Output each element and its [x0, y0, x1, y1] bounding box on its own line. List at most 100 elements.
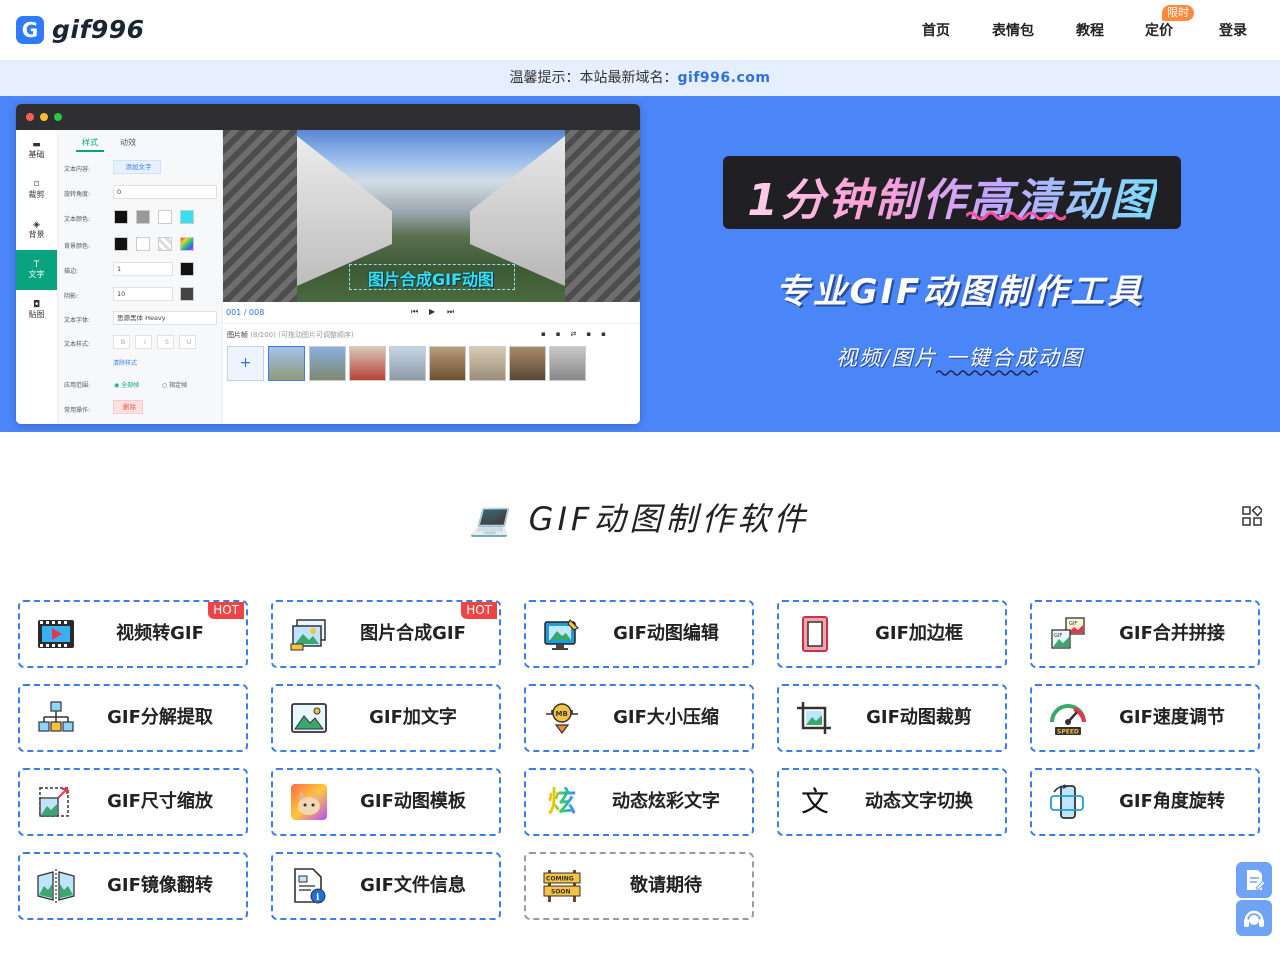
text-icon: T — [33, 260, 40, 270]
tool-label: GIF加边框 — [875, 623, 963, 644]
section-title-text: GIF动图制作软件 — [528, 500, 810, 538]
nav-pricing[interactable]: 定价 — [1145, 20, 1173, 40]
tool-card-gif-split[interactable]: GIF分解提取 — [18, 684, 248, 752]
tool-card-images-to-gif[interactable]: 图片合成GIF HOT — [271, 600, 501, 668]
tool-card-video-to-gif[interactable]: 视频转GIF HOT — [18, 600, 248, 668]
sidebar-label: 贴图 — [28, 310, 45, 319]
file-info-icon: i — [294, 868, 326, 904]
next-frame-icon: ⏭ — [447, 307, 455, 316]
hot-badge: HOT — [208, 602, 244, 619]
scope-some-radio: ○ 指定帧 — [162, 382, 188, 389]
tool-label: GIF动图模板 — [360, 791, 466, 812]
svg-text:SPEED: SPEED — [1057, 729, 1079, 736]
radio-label: 全部帧 — [121, 382, 140, 389]
tab-animation: 动效 — [120, 138, 136, 147]
tool-card-gif-speed[interactable]: SPEED GIF速度调节 — [1030, 684, 1260, 752]
coming-soon-icon: COMING SOON — [543, 870, 581, 902]
editor-preview: ▬ 基础 ⌑ 裁剪 ◈ 背景 T 文字 ◘ 贴图 样式 动效 文本内容: 添加文字 旋转角… — [16, 104, 640, 424]
tagline-wave-underline — [936, 370, 1038, 376]
tool-label: 敬请期待 — [630, 875, 702, 896]
compress-icon: MB — [546, 703, 578, 734]
frame-thumb — [309, 346, 346, 381]
playback-controls: 001 / 008 ⏮ ▶ ⏭ — [223, 302, 640, 324]
limited-time-badge: 限时 — [1162, 5, 1194, 21]
notice-domain[interactable]: gif996.com — [678, 70, 771, 86]
resize-icon — [39, 787, 69, 817]
color-swatch — [180, 287, 194, 301]
row-label: 文本内容: — [64, 166, 91, 173]
tool-card-gif-border[interactable]: GIF加边框 — [777, 600, 1007, 668]
tool-card-coming-soon[interactable]: COMING SOON 敬请期待 — [524, 852, 754, 920]
tool-card-gif-rotate[interactable]: GIF角度旋转 — [1030, 768, 1260, 836]
sidebar-label: 背景 — [28, 230, 45, 239]
tool-card-text-switch[interactable]: 文 动态文字切换 — [777, 768, 1007, 836]
speed-icon: SPEED — [1050, 704, 1086, 736]
tool-card-gif-resize[interactable]: GIF尺寸缩放 — [18, 768, 248, 836]
nav-tutorial[interactable]: 教程 — [1076, 20, 1104, 40]
tool-label: 动态文字切换 — [865, 791, 973, 812]
tool-label: GIF文件信息 — [360, 875, 466, 896]
tool-card-gif-file-info[interactable]: i GIF文件信息 — [271, 852, 501, 920]
feedback-button[interactable] — [1236, 862, 1272, 898]
merge-icon: GIF GIF — [1051, 617, 1085, 649]
preview-caption: 图片合成GIF动图 — [367, 270, 495, 289]
crop-icon — [797, 702, 831, 734]
frame-thumb — [349, 346, 386, 381]
sidebar-item-sticker: ◘ 贴图 — [16, 290, 57, 330]
coming-text: COMING — [546, 876, 574, 883]
prev-frame-icon: ⏮ — [411, 307, 419, 316]
frames-count: (8/200) — [250, 331, 276, 339]
nav-login[interactable]: 登录 — [1219, 20, 1247, 40]
tool-card-gif-mirror[interactable]: GIF镜像翻转 — [18, 852, 248, 920]
tool-label: GIF大小压缩 — [613, 707, 719, 728]
notice-text: 温馨提示：本站最新域名： — [509, 70, 678, 86]
nav-home[interactable]: 首页 — [922, 20, 950, 40]
sidebar-item-basic: ▬ 基础 — [16, 130, 57, 170]
grid-view-icon[interactable] — [1242, 506, 1262, 526]
basic-icon: ▬ — [32, 140, 41, 150]
site-logo[interactable]: G gif996 — [16, 15, 145, 44]
tool-card-gif-compress[interactable]: MB GIF大小压缩 — [524, 684, 754, 752]
template-icon — [291, 784, 327, 820]
tool-label: GIF角度旋转 — [1119, 791, 1225, 812]
font-field: 思源黑体 Heavy — [113, 311, 217, 325]
svg-text:i: i — [316, 893, 320, 903]
svg-text:GIF: GIF — [1069, 621, 1077, 627]
frame-thumb — [549, 346, 586, 381]
sidebar-item-crop: ⌑ 裁剪 — [16, 170, 57, 210]
preview-photo: 图片合成GIF动图 — [297, 130, 565, 302]
strike-button: S — [157, 335, 174, 349]
nav-stickers[interactable]: 表情包 — [992, 20, 1034, 40]
clear-style-link: 清除样式 — [113, 360, 138, 367]
sticker-icon: ◘ — [32, 300, 41, 310]
tool-card-gif-merge[interactable]: GIF GIF GIF合并拼接 — [1030, 600, 1260, 668]
tool-label: GIF分解提取 — [107, 707, 213, 728]
sidebar-label: 文字 — [28, 270, 45, 279]
tool-label: GIF镜像翻转 — [107, 875, 213, 896]
tool-card-gif-crop[interactable]: GIF动图裁剪 — [777, 684, 1007, 752]
frame-thumb — [509, 346, 546, 381]
tool-card-gif-add-text[interactable]: GIF加文字 — [271, 684, 501, 752]
tool-card-colorful-text[interactable]: 炫 动态炫彩文字 — [524, 768, 754, 836]
row-label: 描边: — [64, 268, 79, 275]
color-swatch — [136, 237, 150, 251]
hot-badge: HOT — [461, 602, 497, 619]
frame-counter: 001 / 008 — [226, 308, 265, 317]
row-label: 文本字体: — [64, 317, 91, 324]
radio-label: 指定帧 — [169, 382, 188, 389]
mirror-icon — [37, 869, 75, 903]
frames-strip: 图片帧 (8/200) (可拖动图片可调整顺序) ▪▪⇄▪▪ + — [223, 324, 640, 424]
customer-service-button[interactable] — [1236, 900, 1272, 936]
tool-label: GIF合并拼接 — [1119, 623, 1225, 644]
bucket-icon: ◈ — [33, 220, 40, 230]
tool-card-gif-template[interactable]: GIF动图模板 — [271, 768, 501, 836]
frame-thumb — [429, 346, 466, 381]
color-swatch — [180, 237, 194, 251]
video-to-gif-icon — [38, 620, 74, 648]
hero-banner: ▬ 基础 ⌑ 裁剪 ◈ 背景 T 文字 ◘ 贴图 样式 动效 文本内容: 添加文字 旋转角… — [0, 96, 1280, 432]
tool-label: GIF速度调节 — [1119, 707, 1225, 728]
editor-canvas: 图片合成GIF动图 — [223, 130, 640, 302]
tool-card-gif-edit[interactable]: GIF动图编辑 — [524, 600, 754, 668]
subtitle: 专业GIF动图制作工具 — [775, 272, 1145, 312]
play-icon: ▶ — [429, 307, 436, 316]
